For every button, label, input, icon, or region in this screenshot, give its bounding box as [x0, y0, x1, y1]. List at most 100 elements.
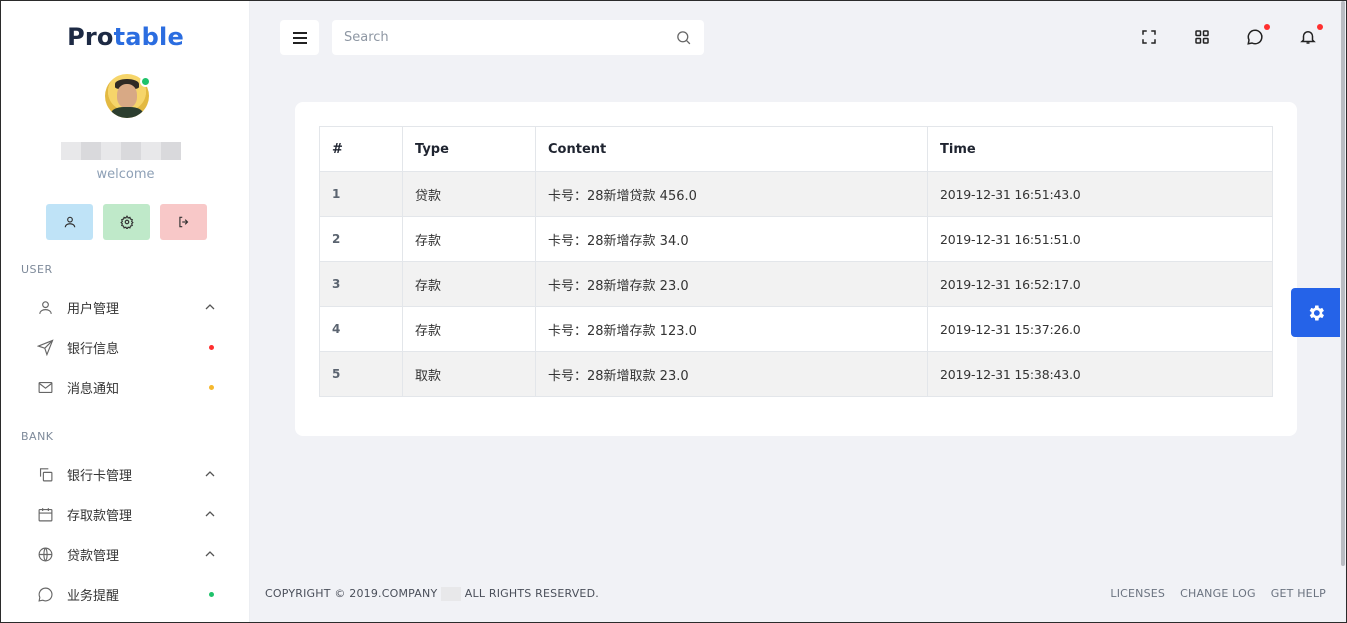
cell-time: 2019-12-31 15:38:43.0: [927, 351, 1273, 397]
welcome-text: welcome: [96, 167, 155, 182]
cell-num: 2: [319, 216, 403, 262]
cell-num: 4: [319, 306, 403, 352]
cell-time: 2019-12-31 16:51:43.0: [927, 171, 1273, 217]
bell-icon: [1300, 31, 1316, 44]
brand-logo[interactable]: Protable: [1, 23, 250, 51]
user-icon: [64, 216, 75, 228]
footer-link-help[interactable]: GET HELP: [1271, 587, 1326, 600]
footer-link-licenses[interactable]: LICENSES: [1110, 587, 1165, 600]
cell-num: 3: [319, 261, 403, 307]
sidebar-item-notifications[interactable]: 消息通知: [1, 369, 250, 405]
gear-icon: [1309, 305, 1324, 320]
brand-table: table: [113, 23, 184, 51]
top-bar: [250, 1, 1346, 75]
cell-content: 卡号：28新增贷款 456.0: [535, 171, 928, 217]
column-header[interactable]: Content: [535, 126, 928, 172]
search-icon[interactable]: [675, 29, 692, 46]
cell-time: 2019-12-31 15:37:26.0: [927, 306, 1273, 352]
apps-button[interactable]: [1192, 25, 1212, 49]
sidebar-item-loan-management[interactable]: 贷款管理: [1, 536, 250, 572]
sidebar-item-business-reminder[interactable]: 业务提醒: [1, 576, 250, 612]
theme-settings-button[interactable]: [1291, 288, 1341, 337]
chevron-up-icon: [205, 471, 215, 477]
cell-content: 卡号：28新增存款 34.0: [535, 216, 928, 262]
cell-content: 卡号：28新增存款 123.0: [535, 306, 928, 352]
hamburger-icon: [292, 31, 307, 44]
profile-button[interactable]: [46, 204, 93, 240]
cell-type: 存款: [402, 261, 536, 307]
sidebar-item-bank-info[interactable]: 银行信息: [1, 329, 250, 365]
search-box: [332, 20, 704, 55]
sidebar-item-label: 银行卡管理: [67, 468, 133, 484]
logout-button[interactable]: [160, 204, 207, 240]
calendar-icon: [36, 505, 54, 523]
table-row[interactable]: 3 存款 卡号：28新增存款 23.0 2019-12-31 16:52:17.…: [319, 261, 1273, 307]
sidebar-item-label: 消息通知: [67, 381, 120, 397]
notification-dot: [1264, 24, 1270, 30]
grid-icon: [1195, 30, 1209, 44]
table-header-row: # Type Content Time: [319, 126, 1273, 172]
cell-num: 1: [319, 171, 403, 217]
table-row[interactable]: 5 取款 卡号：28新增取款 23.0 2019-12-31 15:38:43.…: [319, 351, 1273, 397]
fullscreen-icon: [1142, 30, 1156, 44]
send-icon: [36, 338, 54, 356]
app-window: Protable welcome USER 用户管理 银行信息 消息通知 BAN…: [0, 0, 1347, 623]
table-row[interactable]: 2 存款 卡号：28新增存款 34.0 2019-12-31 16:51:51.…: [319, 216, 1273, 262]
chat-icon: [36, 585, 54, 603]
sidebar-item-card-management[interactable]: 银行卡管理: [1, 456, 250, 492]
sidebar-item-label: 贷款管理: [67, 548, 120, 564]
top-icons: [1139, 24, 1323, 49]
brand-pro: Pro: [67, 23, 114, 51]
footer-link-changelog[interactable]: CHANGE LOG: [1180, 587, 1256, 600]
status-dot: [209, 384, 214, 390]
sidebar-item-label: 银行信息: [67, 341, 120, 357]
column-header[interactable]: #: [319, 126, 403, 172]
status-dot: [209, 344, 214, 350]
copyright-text-end: ALL RIGHTS RESERVED.: [464, 587, 599, 600]
company-redacted: [441, 587, 462, 601]
footer-copyright: COPYRIGHT © 2019.COMPANY ALL RIGHTS RESE…: [265, 587, 599, 601]
footer-links: LICENSES CHANGE LOG GET HELP: [1110, 587, 1326, 600]
scrollbar-track[interactable]: [1340, 1, 1346, 622]
sidebar-item-label: 用户管理: [67, 301, 120, 317]
cell-content: 卡号：28新增存款 23.0: [535, 261, 928, 307]
section-title-bank: BANK: [21, 430, 54, 443]
sidebar-item-label: 业务提醒: [67, 588, 120, 604]
quick-actions: [46, 204, 207, 240]
table-row[interactable]: 4 存款 卡号：28新增存款 123.0 2019-12-31 15:37:26…: [319, 306, 1273, 352]
copyright-text: COPYRIGHT © 2019.COMPANY: [265, 587, 438, 600]
avatar[interactable]: [105, 74, 151, 118]
sidebar-item-deposit-management[interactable]: 存取款管理: [1, 496, 250, 532]
cell-type: 贷款: [402, 171, 536, 217]
mail-icon: [36, 378, 54, 396]
cell-type: 存款: [402, 306, 536, 352]
scrollbar-thumb[interactable]: [1341, 1, 1345, 566]
gear-icon: [119, 215, 134, 229]
logout-icon: [178, 216, 188, 228]
cell-num: 5: [319, 351, 403, 397]
online-status-dot: [140, 76, 151, 87]
messages-button[interactable]: [1245, 24, 1270, 49]
table-row[interactable]: 1 贷款 卡号：28新增贷款 456.0 2019-12-31 16:51:43…: [319, 171, 1273, 217]
cell-content: 卡号：28新增取款 23.0: [535, 351, 928, 397]
settings-button[interactable]: [103, 204, 150, 240]
chevron-up-icon: [205, 511, 215, 517]
menu-toggle-button[interactable]: [280, 20, 319, 55]
globe-icon: [36, 545, 54, 563]
records-card: # Type Content Time 1 贷款 卡号：28新增贷款 456.0…: [295, 102, 1297, 436]
cell-time: 2019-12-31 16:52:17.0: [927, 261, 1273, 307]
fullscreen-button[interactable]: [1139, 25, 1159, 49]
cell-type: 存款: [402, 216, 536, 262]
notifications-button[interactable]: [1298, 24, 1323, 49]
records-table: # Type Content Time 1 贷款 卡号：28新增贷款 456.0…: [319, 126, 1273, 397]
chat-icon: [1247, 29, 1263, 45]
sidebar-item-label: 存取款管理: [67, 508, 133, 524]
copy-icon: [36, 465, 54, 483]
username-redacted: [61, 142, 181, 160]
sidebar-item-user-management[interactable]: 用户管理: [1, 289, 250, 325]
column-header[interactable]: Type: [402, 126, 536, 172]
chevron-up-icon: [205, 304, 215, 310]
search-input[interactable]: [344, 30, 675, 45]
section-title-user: USER: [21, 263, 53, 276]
column-header[interactable]: Time: [927, 126, 1273, 172]
